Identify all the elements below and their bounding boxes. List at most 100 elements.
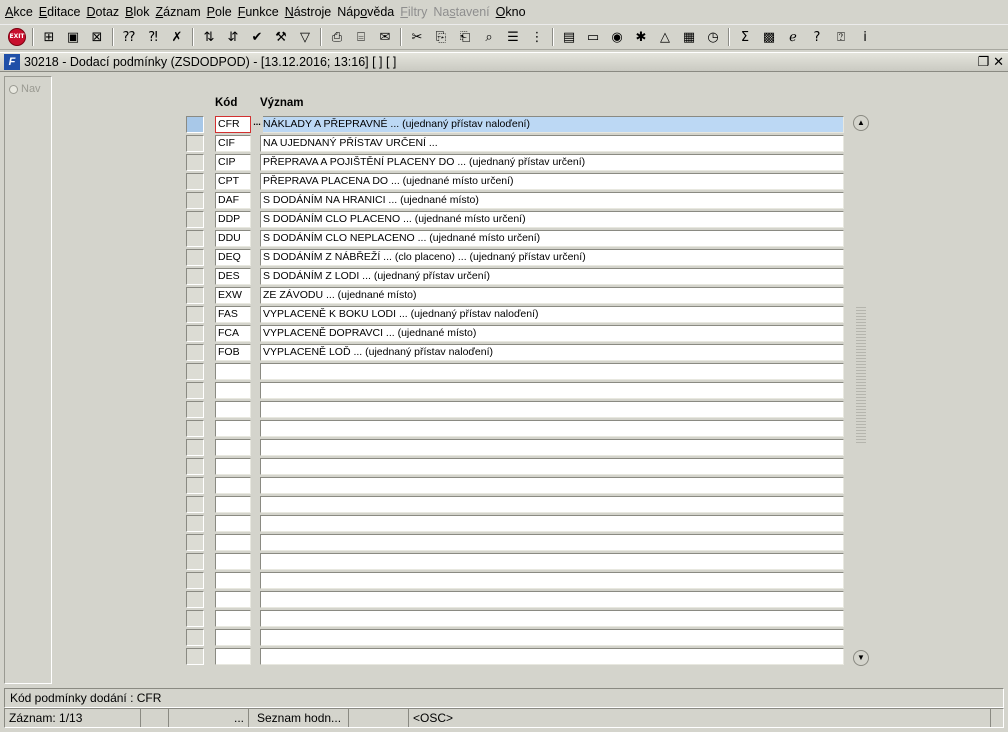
meaning-field[interactable]: S DODÁNÍM CLO NEPLACENO ... (ujednané mí… bbox=[260, 230, 844, 247]
report-button[interactable]: ▦ bbox=[678, 26, 700, 48]
record-selector[interactable] bbox=[186, 116, 204, 133]
meaning-field[interactable]: S DODÁNÍM Z LODI ... (ujednaný přístav u… bbox=[260, 268, 844, 285]
record-selector[interactable] bbox=[186, 211, 204, 228]
menu-item[interactable]: Editace bbox=[36, 0, 84, 24]
meaning-field[interactable] bbox=[260, 382, 844, 399]
record-selector[interactable] bbox=[186, 173, 204, 190]
save-button[interactable]: ▣ bbox=[62, 26, 84, 48]
record-selector[interactable] bbox=[186, 591, 204, 608]
list-of-values-button[interactable]: ... bbox=[251, 116, 263, 133]
code-field[interactable]: FOB bbox=[215, 344, 251, 361]
record-selector[interactable] bbox=[186, 268, 204, 285]
code-field[interactable]: CFR bbox=[215, 116, 251, 133]
record-selector[interactable] bbox=[186, 477, 204, 494]
execute-query-button[interactable]: ⁈ bbox=[142, 26, 164, 48]
meaning-field[interactable]: VYPLACENĚ DOPRAVCI ... (ujednané místo) bbox=[260, 325, 844, 342]
scroll-grip[interactable] bbox=[856, 305, 866, 445]
meaning-field[interactable] bbox=[260, 610, 844, 627]
meaning-field[interactable] bbox=[260, 572, 844, 589]
menu-item[interactable]: Pole bbox=[204, 0, 235, 24]
code-field[interactable] bbox=[215, 610, 251, 627]
meaning-field[interactable] bbox=[260, 534, 844, 551]
meaning-field[interactable] bbox=[260, 553, 844, 570]
close-icon[interactable]: ✕ bbox=[993, 54, 1004, 70]
settings-button[interactable]: ✱ bbox=[630, 26, 652, 48]
filter-button[interactable]: ▽ bbox=[294, 26, 316, 48]
code-field[interactable] bbox=[215, 648, 251, 665]
record-selector[interactable] bbox=[186, 325, 204, 342]
record-selector[interactable] bbox=[186, 553, 204, 570]
record-selector[interactable] bbox=[186, 534, 204, 551]
menu-item[interactable]: Filtry bbox=[397, 0, 430, 24]
meaning-field[interactable] bbox=[260, 477, 844, 494]
code-field[interactable] bbox=[215, 363, 251, 380]
menu-item[interactable]: Nástroje bbox=[282, 0, 335, 24]
meaning-field[interactable] bbox=[260, 515, 844, 532]
menu-item[interactable]: Okno bbox=[493, 0, 529, 24]
menu-item[interactable]: Záznam bbox=[153, 0, 204, 24]
clock-button[interactable]: ◷ bbox=[702, 26, 724, 48]
record-selector[interactable] bbox=[186, 306, 204, 323]
code-field[interactable]: CIF bbox=[215, 135, 251, 152]
document-button[interactable]: ▭ bbox=[582, 26, 604, 48]
menu-item[interactable]: Funkce bbox=[235, 0, 282, 24]
excel-button[interactable]: ▩ bbox=[758, 26, 780, 48]
mail-button[interactable]: ✉ bbox=[374, 26, 396, 48]
code-field[interactable]: FCA bbox=[215, 325, 251, 342]
vertical-scrollbar[interactable]: ▲ ▼ bbox=[853, 115, 869, 666]
code-field[interactable]: DAF bbox=[215, 192, 251, 209]
code-field[interactable]: DDP bbox=[215, 211, 251, 228]
meaning-field[interactable] bbox=[260, 439, 844, 456]
code-field[interactable] bbox=[215, 439, 251, 456]
menu-item[interactable]: Nastavení bbox=[430, 0, 492, 24]
record-selector[interactable] bbox=[186, 382, 204, 399]
copy-button[interactable]: ⎘ bbox=[430, 26, 452, 48]
record-selector[interactable] bbox=[186, 154, 204, 171]
list-button[interactable]: ☰ bbox=[502, 26, 524, 48]
meaning-field[interactable]: S DODÁNÍM CLO PLACENO ... (ujednané míst… bbox=[260, 211, 844, 228]
meaning-field[interactable]: NA UJEDNANÝ PŘÍSTAV URČENÍ ... bbox=[260, 135, 844, 152]
meaning-field[interactable] bbox=[260, 629, 844, 646]
code-field[interactable] bbox=[215, 629, 251, 646]
restore-icon[interactable]: ❐ bbox=[977, 54, 989, 70]
check-button[interactable]: ✔ bbox=[246, 26, 268, 48]
nav-radio-item[interactable]: Nav bbox=[9, 83, 41, 95]
exit-button[interactable]: EXIT bbox=[6, 26, 28, 48]
code-field[interactable]: DDU bbox=[215, 230, 251, 247]
meaning-field[interactable] bbox=[260, 458, 844, 475]
record-selector[interactable] bbox=[186, 363, 204, 380]
context-help-button[interactable]: ⍰ bbox=[830, 26, 852, 48]
globe-button[interactable]: ◉ bbox=[606, 26, 628, 48]
menu-item[interactable]: Akce bbox=[2, 0, 36, 24]
record-selector[interactable] bbox=[186, 230, 204, 247]
code-field[interactable] bbox=[215, 496, 251, 513]
menu-item[interactable]: Nápověda bbox=[334, 0, 397, 24]
help-button[interactable]: ? bbox=[806, 26, 828, 48]
record-selector[interactable] bbox=[186, 496, 204, 513]
sort-desc-button[interactable]: ⇵ bbox=[222, 26, 244, 48]
code-field[interactable] bbox=[215, 591, 251, 608]
code-field[interactable]: CIP bbox=[215, 154, 251, 171]
record-selector[interactable] bbox=[186, 420, 204, 437]
meaning-field[interactable] bbox=[260, 363, 844, 380]
meaning-field[interactable]: PŘEPRAVA A POJIŠTĚNÍ PLACENY DO ... (uje… bbox=[260, 154, 844, 171]
sum-button[interactable]: Σ bbox=[734, 26, 756, 48]
record-selector[interactable] bbox=[186, 344, 204, 361]
meaning-field[interactable] bbox=[260, 591, 844, 608]
meaning-field[interactable] bbox=[260, 648, 844, 665]
menu-item[interactable]: Blok bbox=[122, 0, 152, 24]
meaning-field[interactable] bbox=[260, 401, 844, 418]
code-field[interactable] bbox=[215, 515, 251, 532]
meaning-field[interactable]: NÁKLADY A PŘEPRAVNÉ ... (ujednaný přísta… bbox=[260, 116, 844, 133]
code-field[interactable] bbox=[215, 401, 251, 418]
record-selector[interactable] bbox=[186, 610, 204, 627]
meaning-field[interactable]: ZE ZÁVODU ... (ujednané místo) bbox=[260, 287, 844, 304]
find-button[interactable]: ⌕ bbox=[478, 26, 500, 48]
meaning-field[interactable] bbox=[260, 420, 844, 437]
wrench-button[interactable]: ⚒ bbox=[270, 26, 292, 48]
sort-asc-button[interactable]: ⇅ bbox=[198, 26, 220, 48]
meaning-field[interactable]: PŘEPRAVA PLACENA DO ... (ujednané místo … bbox=[260, 173, 844, 190]
code-field[interactable] bbox=[215, 553, 251, 570]
record-selector[interactable] bbox=[186, 249, 204, 266]
meaning-field[interactable]: VYPLACENĚ LOĎ ... (ujednaný přístav nalo… bbox=[260, 344, 844, 361]
